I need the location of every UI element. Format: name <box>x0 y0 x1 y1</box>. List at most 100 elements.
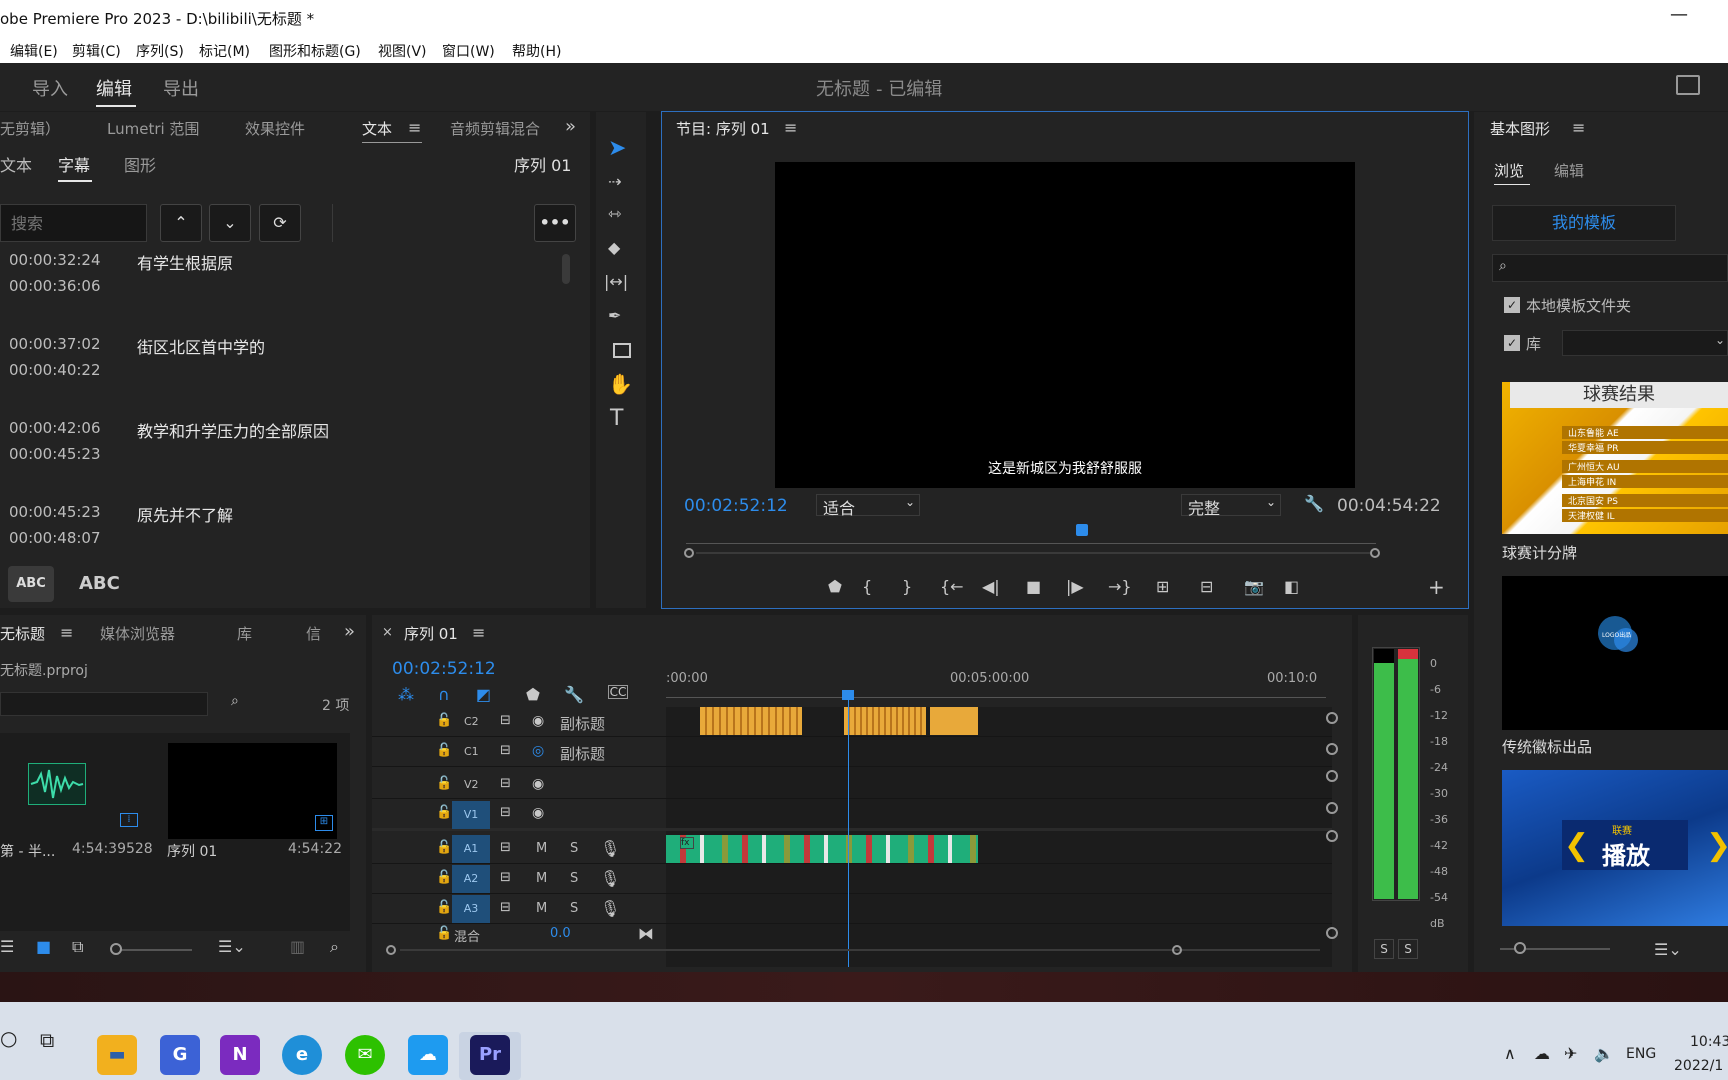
network-icon[interactable]: ✈ <box>1564 1044 1577 1063</box>
wrench-icon[interactable]: 🔧 <box>1304 494 1324 513</box>
close-icon[interactable]: × <box>382 625 393 640</box>
caption-row[interactable]: 00:00:45:23 00:00:48:07 原先并不了解 <box>0 494 558 578</box>
tab-text[interactable]: 文本 <box>362 118 392 139</box>
automate-icon[interactable]: ▥ <box>290 937 305 956</box>
time-ruler[interactable] <box>686 524 1376 544</box>
template-thumb-broadcast[interactable]: 联赛 播放 ❮ ❯ <box>1502 770 1728 926</box>
text-panel-menu-icon[interactable]: ≡ <box>408 118 421 137</box>
subtab-captions[interactable]: 字幕 <box>58 152 90 176</box>
track-id[interactable]: V1 <box>452 801 490 829</box>
stop-icon[interactable]: ■ <box>1026 577 1041 596</box>
find-icon[interactable]: ⌕ <box>330 937 339 957</box>
mix-value[interactable]: 0.0 <box>550 926 571 941</box>
local-folder-checkbox[interactable]: ✓ <box>1504 297 1520 313</box>
add-button-icon[interactable]: + <box>1428 575 1445 599</box>
app-box-icon[interactable]: G <box>160 1035 200 1075</box>
tab-edit-graphics[interactable]: 编辑 <box>1554 160 1584 181</box>
video-frame[interactable]: 这是新城区为我舒舒服服 <box>775 162 1355 488</box>
pen-tool-icon[interactable]: ✒ <box>608 306 621 325</box>
program-menu-icon[interactable]: ≡ <box>784 118 797 137</box>
panel-overflow-icon[interactable]: » <box>344 621 355 642</box>
sync-lock-icon[interactable]: ⊟ <box>500 900 511 915</box>
microphone-icon[interactable]: 🎙 <box>600 899 620 918</box>
input-language[interactable]: ENG <box>1626 1046 1656 1062</box>
mute-button[interactable]: M <box>536 901 547 916</box>
add-marker-icon[interactable]: ⬟ <box>828 577 842 596</box>
sync-lock-icon[interactable]: ⊟ <box>500 840 511 855</box>
menu-edit[interactable]: 编辑(E) <box>10 41 58 61</box>
caption-row[interactable]: 00:00:42:06 00:00:45:23 教学和升学压力的全部原因 <box>0 410 558 494</box>
track-id[interactable]: A2 <box>452 865 490 893</box>
timeline-menu-icon[interactable]: ≡ <box>472 623 485 642</box>
lock-icon[interactable]: 🔓 <box>436 840 452 855</box>
rectangle-tool-icon[interactable] <box>613 343 631 358</box>
lock-icon[interactable]: 🔓 <box>436 900 452 915</box>
library-checkbox[interactable]: ✓ <box>1504 335 1520 351</box>
menu-marker[interactable]: 标记(M) <box>199 41 250 61</box>
lock-icon[interactable]: 🔓 <box>436 926 452 941</box>
caption-style-large[interactable]: ABC <box>79 573 120 594</box>
zoom-select[interactable]: 适合 ⌄ <box>816 494 920 518</box>
solo-right-button[interactable]: S <box>1398 939 1418 959</box>
sync-lock-icon[interactable]: ⊟ <box>500 776 511 791</box>
h-scroll-right[interactable] <box>1172 945 1182 955</box>
go-to-out-icon[interactable]: →} <box>1108 577 1132 596</box>
tab-library[interactable]: 库 <box>237 623 252 644</box>
comparison-view-icon[interactable]: ◧ <box>1284 577 1299 596</box>
cloud-icon[interactable]: ☁ <box>1534 1044 1550 1063</box>
menu-clip[interactable]: 剪辑(C) <box>72 41 121 61</box>
lock-icon[interactable]: 🔓 <box>436 776 452 791</box>
premiere-pro-icon[interactable]: Pr <box>470 1035 510 1075</box>
hand-tool-icon[interactable]: ✋ <box>608 372 633 396</box>
onenote-icon[interactable]: N <box>220 1035 260 1075</box>
solo-button[interactable]: S <box>570 841 578 856</box>
solo-left-button[interactable]: S <box>1374 939 1394 959</box>
caption-text[interactable]: 有学生根据原 <box>137 250 233 274</box>
template-thumb-scoreboard[interactable]: 球赛结果 山东鲁能 AE 华夏幸福 PR 广州恒大 AU 上海申花 IN 北京国… <box>1502 382 1728 534</box>
caption-row[interactable]: 00:00:32:24 00:00:36:06 有学生根据原 <box>0 242 558 326</box>
mark-in-icon[interactable]: { <box>862 577 872 596</box>
clock-time[interactable]: 10:43 <box>1690 1034 1728 1050</box>
track-scroll-handle[interactable] <box>1326 830 1338 842</box>
quality-select[interactable]: 完整 ⌄ <box>1181 494 1281 518</box>
caption-row[interactable]: 00:00:37:02 00:00:40:22 街区北区首中学的 <box>0 326 558 410</box>
eye-icon[interactable]: ◉ <box>532 805 544 821</box>
caption-search-input[interactable] <box>0 204 147 242</box>
freeform-view-icon[interactable]: ⧉ <box>72 937 83 957</box>
menu-help[interactable]: 帮助(H) <box>512 41 561 61</box>
mute-button[interactable]: M <box>536 871 547 886</box>
tab-export[interactable]: 导出 <box>163 75 199 101</box>
solo-button[interactable]: S <box>570 901 578 916</box>
track-scroll-handle[interactable] <box>1326 927 1338 939</box>
type-tool-icon[interactable]: T <box>610 406 623 431</box>
caption-clip[interactable] <box>930 707 978 735</box>
go-to-end-icon[interactable]: ⧓ <box>638 924 654 943</box>
cloud-app-icon[interactable]: ☁ <box>408 1035 448 1075</box>
wrench-icon[interactable]: 🔧 <box>564 685 584 704</box>
search-prev-button[interactable]: ⌃ <box>160 204 202 242</box>
h-scroll-left[interactable] <box>386 945 396 955</box>
sort-icon[interactable]: ☰⌄ <box>218 937 246 956</box>
wechat-icon[interactable]: ✉ <box>345 1035 385 1075</box>
tab-edit[interactable]: 编辑 <box>96 75 132 101</box>
menu-window[interactable]: 窗口(W) <box>442 41 495 61</box>
task-view-icon[interactable]: ⧉ <box>40 1028 54 1052</box>
track-scroll-handle[interactable] <box>1326 712 1338 724</box>
caption-clip[interactable] <box>700 707 802 735</box>
file-explorer-icon[interactable]: ▬ <box>97 1035 137 1075</box>
workspace-icon[interactable] <box>1676 75 1700 95</box>
tab-import[interactable]: 导入 <box>32 75 68 101</box>
playhead-timecode[interactable]: 00:02:52:12 <box>684 496 788 516</box>
sync-lock-icon[interactable]: ⊟ <box>500 713 511 728</box>
search-next-button[interactable]: ⌄ <box>209 204 251 242</box>
lock-icon[interactable]: 🔓 <box>436 713 452 728</box>
eye-icon[interactable]: ◉ <box>532 713 544 729</box>
extract-icon[interactable]: ⊟ <box>1200 577 1213 596</box>
icon-view-icon[interactable]: ■ <box>36 937 51 956</box>
more-options-button[interactable]: ••• <box>534 204 576 242</box>
zoom-slider[interactable] <box>112 949 192 951</box>
zoom-bar[interactable] <box>696 552 1370 554</box>
step-forward-icon[interactable]: |▶ <box>1066 577 1084 596</box>
caption-style-small[interactable]: ABC <box>8 566 54 602</box>
list-view-icon[interactable]: ☰ <box>0 937 14 956</box>
